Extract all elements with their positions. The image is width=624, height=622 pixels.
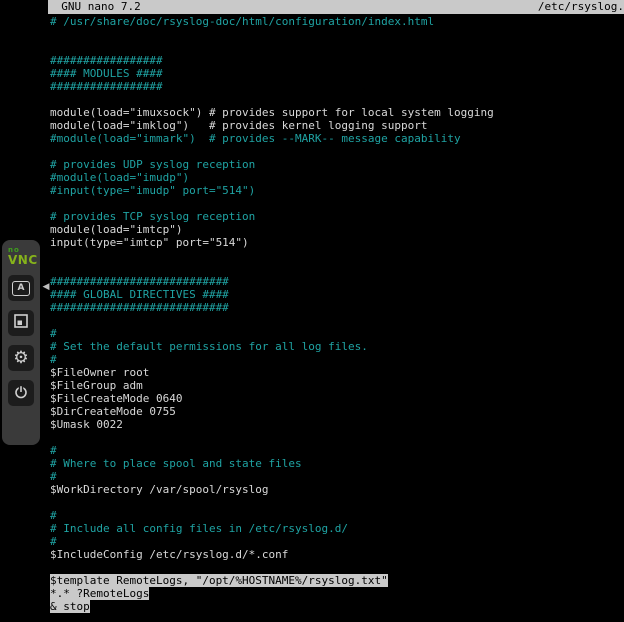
terminal-line — [50, 93, 624, 106]
terminal-line: input(type="imtcp" port="514") — [50, 236, 624, 249]
terminal-line: $FileGroup adm — [50, 379, 624, 392]
nano-app-title: GNU nano 7.2 — [48, 0, 141, 14]
fullscreen-icon — [13, 313, 29, 333]
terminal-line: # — [50, 470, 624, 483]
terminal-line — [50, 28, 624, 41]
terminal-line: # provides UDP syslog reception — [50, 158, 624, 171]
terminal-line: module(load="imtcp") — [50, 223, 624, 236]
fullscreen-button[interactable] — [8, 310, 34, 336]
terminal-line — [50, 314, 624, 327]
terminal-line: #module(load="immark") # provides --MARK… — [50, 132, 624, 145]
terminal-line: $DirCreateMode 0755 — [50, 405, 624, 418]
terminal-line: ########################### — [50, 275, 624, 288]
terminal-line: # /usr/share/doc/rsyslog-doc/html/config… — [50, 15, 624, 28]
terminal-line: $Umask 0022 — [50, 418, 624, 431]
terminal-line: #### GLOBAL DIRECTIVES #### — [50, 288, 624, 301]
terminal-line: #### MODULES #### — [50, 67, 624, 80]
keyboard-a-icon: A — [12, 281, 30, 296]
terminal-line: # Include all config files in /etc/rsysl… — [50, 522, 624, 535]
power-button[interactable] — [8, 380, 34, 406]
selected-text: *.* ?RemoteLogs — [50, 587, 149, 600]
terminal-line: ################# — [50, 54, 624, 67]
vnc-control-panel: no VNC A ⚙ — [2, 240, 40, 445]
panel-collapse-handle[interactable]: ◀ — [40, 278, 52, 296]
selected-text: $template RemoteLogs, "/opt/%HOSTNAME%/r… — [50, 574, 388, 587]
terminal-line: ########################### — [50, 301, 624, 314]
terminal-line: ################# — [50, 80, 624, 93]
terminal-line: $FileCreateMode 0640 — [50, 392, 624, 405]
terminal-line — [50, 561, 624, 574]
terminal-line: *.* ?RemoteLogs — [50, 587, 624, 600]
settings-button[interactable]: ⚙ — [8, 345, 34, 371]
terminal-body[interactable]: # /usr/share/doc/rsyslog-doc/html/config… — [48, 14, 624, 613]
terminal-line — [50, 431, 624, 444]
extra-keys-button[interactable]: A — [8, 275, 34, 301]
terminal-line — [50, 41, 624, 54]
terminal-line: # provides TCP syslog reception — [50, 210, 624, 223]
terminal-line: $IncludeConfig /etc/rsyslog.d/*.conf — [50, 548, 624, 561]
terminal-line — [50, 145, 624, 158]
terminal-line: # — [50, 353, 624, 366]
terminal-window: GNU nano 7.2 /etc/rsyslog. # /usr/share/… — [48, 0, 624, 622]
selected-text: & stop — [50, 600, 90, 613]
terminal-line: #module(load="imudp") — [50, 171, 624, 184]
terminal-line: # — [50, 327, 624, 340]
terminal-line — [50, 496, 624, 509]
terminal-line — [50, 249, 624, 262]
terminal-line: & stop — [50, 600, 624, 613]
terminal-line: module(load="imuxsock") # provides suppo… — [50, 106, 624, 119]
terminal-line: # Where to place spool and state files — [50, 457, 624, 470]
novnc-logo-large: VNC — [8, 254, 34, 266]
nano-file-path: /etc/rsyslog. — [538, 0, 624, 14]
terminal-line: # Set the default permissions for all lo… — [50, 340, 624, 353]
power-icon — [13, 383, 29, 404]
gear-icon: ⚙ — [13, 350, 28, 367]
terminal-line: #input(type="imudp" port="514") — [50, 184, 624, 197]
terminal-line: # — [50, 535, 624, 548]
novnc-logo: no VNC — [8, 247, 34, 266]
terminal-line: $template RemoteLogs, "/opt/%HOSTNAME%/r… — [50, 574, 624, 587]
terminal-line: # — [50, 444, 624, 457]
terminal-line: $FileOwner root — [50, 366, 624, 379]
nano-titlebar: GNU nano 7.2 /etc/rsyslog. — [48, 0, 624, 14]
terminal-line — [50, 197, 624, 210]
terminal-line: # — [50, 509, 624, 522]
terminal-line: $WorkDirectory /var/spool/rsyslog — [50, 483, 624, 496]
terminal-line — [50, 262, 624, 275]
terminal-line: module(load="imklog") # provides kernel … — [50, 119, 624, 132]
